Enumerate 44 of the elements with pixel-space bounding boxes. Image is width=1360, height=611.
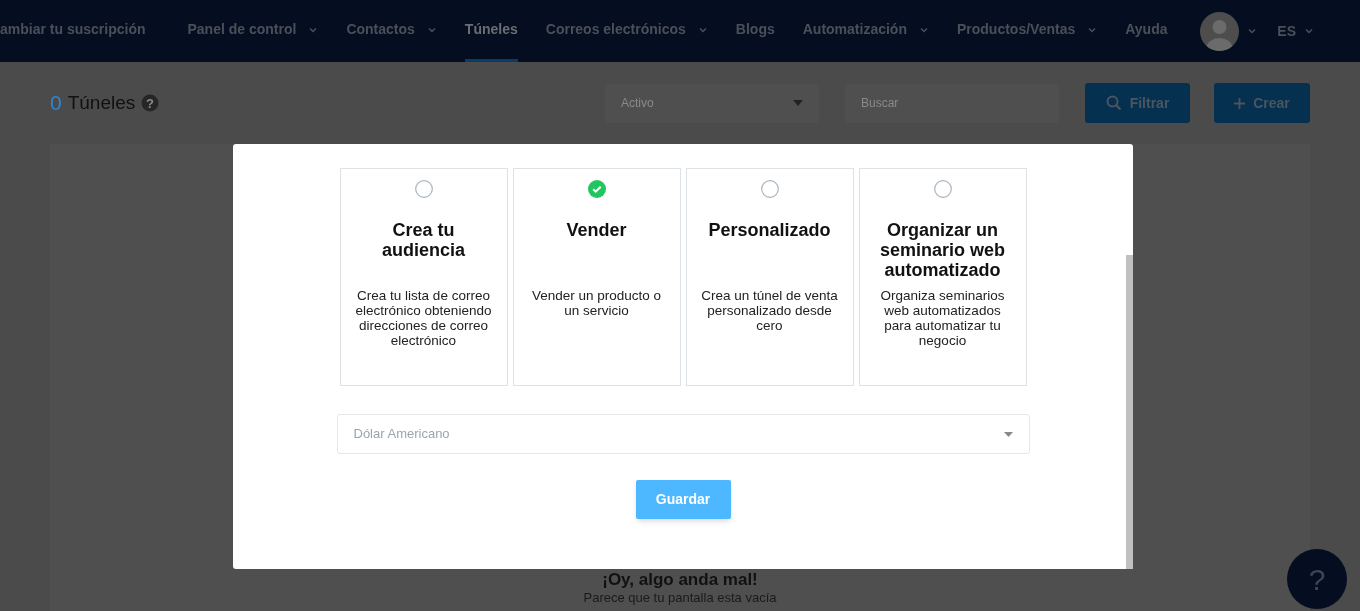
option-card[interactable]: Personalizado Crea un túnel de venta personalizado desde cero (685, 168, 854, 386)
caret-icon (1003, 431, 1013, 437)
scrollbar[interactable] (1126, 255, 1133, 569)
nav-item[interactable]: ambiar tu suscripción (0, 0, 146, 62)
caret-icon (793, 100, 803, 106)
option-description: Crea tu lista de correo electrónico obteniendo direcciones de correo electrónico (354, 288, 493, 348)
nav-item[interactable]: Automatización (802, 0, 929, 62)
option-card[interactable]: Crea tu audiencia Crea tu lista de correo electrónico obteniendo direcciones de correo electrónico (339, 168, 508, 386)
option-title: Personalizado (708, 220, 831, 242)
radio-button[interactable] (760, 180, 779, 198)
nav-item[interactable]: Correos electrónicos (545, 0, 708, 62)
option-description: Crea un túnel de venta personalizado desde cero (700, 288, 839, 333)
nav-item[interactable]: Blogs (735, 0, 775, 62)
nav-item[interactable]: Panel de control (187, 0, 319, 62)
option-description: Organiza seminarios web automatizados para automatizar tu negocio (879, 288, 1006, 348)
help-icon[interactable]: ? (141, 94, 160, 112)
option-card[interactable]: Vender Vender un producto o un servicio (512, 168, 681, 386)
radio-button[interactable] (933, 180, 952, 198)
empty-state-title: ¡Oy, algo anda mal! (602, 570, 758, 590)
option-title: Vender (566, 220, 627, 242)
search-field[interactable]: Buscar (845, 83, 1059, 123)
filter-button[interactable]: Filtrar (1085, 83, 1190, 123)
caret-icon (1304, 26, 1314, 36)
nav-item[interactable]: Productos/Ventas (956, 0, 1098, 62)
save-button[interactable]: Guardar (635, 480, 731, 519)
page-title: Túneles (67, 90, 136, 115)
help-chat-button[interactable]: ? (1287, 549, 1347, 609)
currency-select[interactable]: Dólar Americano (336, 414, 1030, 454)
nav-item[interactable]: Túneles (464, 0, 518, 62)
tunnel-count: 0 (50, 90, 62, 117)
avatar-icon[interactable] (1200, 11, 1240, 51)
nav-item[interactable]: Ayuda (1125, 0, 1168, 62)
search-icon (1105, 95, 1122, 111)
option-title: Crea tu audiencia (381, 220, 466, 262)
language-selector[interactable]: ES (1277, 20, 1314, 42)
create-button[interactable]: Crear (1214, 83, 1310, 123)
option-title: Organizar un seminario web automatizado (878, 220, 1006, 282)
radio-button[interactable] (414, 180, 433, 198)
option-card[interactable]: Organizar un seminario web automatizado Organiza seminarios web automatizados para automatizar tu negocio (858, 168, 1027, 386)
caret-icon[interactable] (1247, 26, 1258, 36)
nav-item[interactable]: Contactos (346, 0, 437, 62)
option-description: Vender un producto o un servicio (530, 288, 663, 318)
plus-icon (1234, 97, 1246, 109)
status-select[interactable]: Activo (605, 83, 819, 123)
